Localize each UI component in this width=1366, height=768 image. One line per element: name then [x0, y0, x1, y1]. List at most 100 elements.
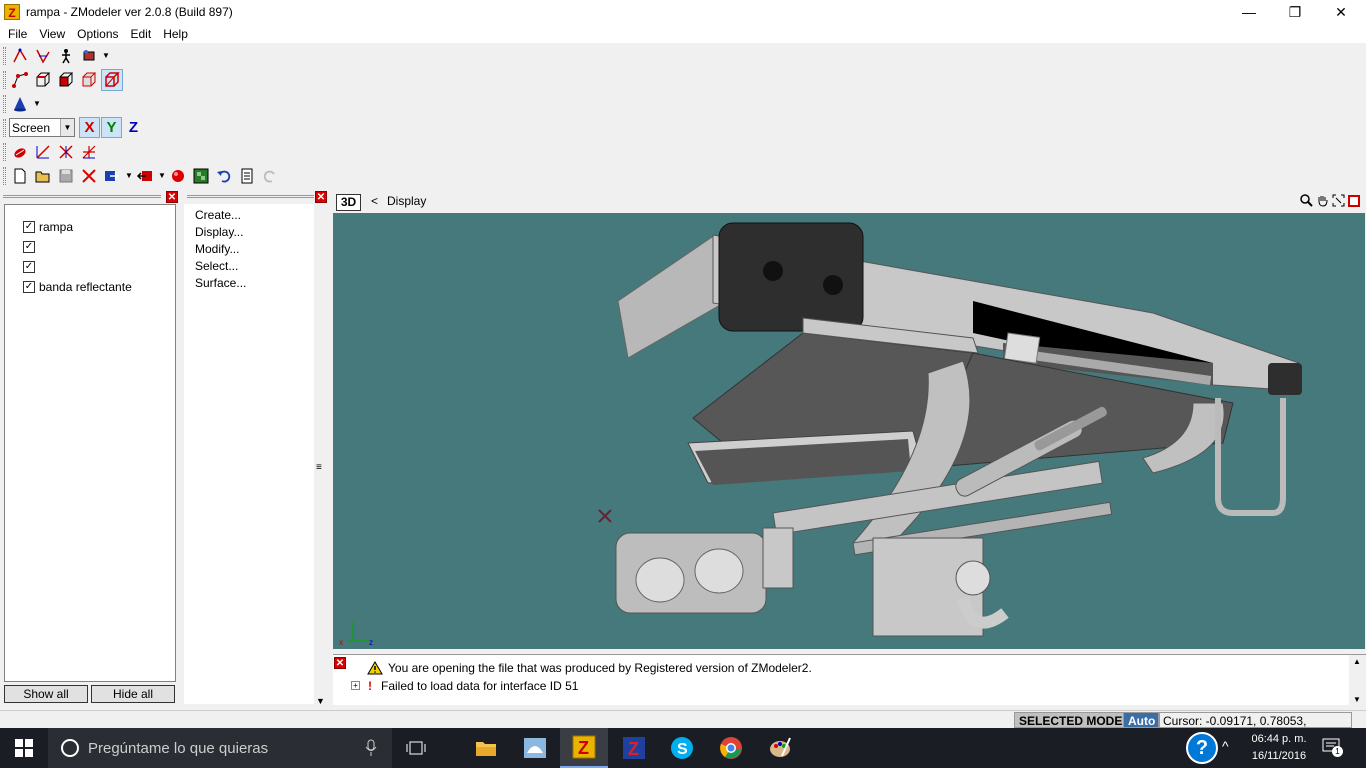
hide-all-button[interactable]: Hide all	[91, 685, 175, 703]
chrome-app[interactable]	[707, 728, 755, 768]
zmodeler-app[interactable]: Z	[560, 728, 608, 768]
undo-icon	[217, 170, 231, 182]
select-figure-button[interactable]	[55, 45, 77, 67]
app-launcher-app[interactable]	[511, 728, 559, 768]
command-panel-scrollbar[interactable]: ≡ ▼	[314, 204, 328, 706]
taskbar: Pregúntame lo que quieras Z Z S ? ^ 06:4…	[0, 728, 1366, 768]
object-visible-checkbox[interactable]: ✓	[23, 241, 35, 253]
task-view-icon	[406, 741, 426, 755]
axis-xy-button[interactable]	[32, 141, 54, 163]
pan-button[interactable]	[1314, 192, 1330, 209]
object-visible-checkbox[interactable]: ✓	[23, 221, 35, 233]
3d-viewport[interactable]: x z	[333, 213, 1365, 649]
object-row-unnamed-2[interactable]: ✓	[5, 257, 175, 277]
microphone-icon[interactable]	[365, 739, 377, 757]
view-mode-button[interactable]: 3D	[336, 194, 361, 211]
save-file-button[interactable]	[55, 165, 77, 187]
scroll-up-icon[interactable]: ▲	[1353, 657, 1361, 666]
axis-cross-button[interactable]	[55, 141, 77, 163]
select-vertex-button[interactable]	[9, 45, 31, 67]
history-button[interactable]	[236, 165, 258, 187]
auto-indicator[interactable]: Auto	[1123, 712, 1161, 728]
commands-panel-close-button[interactable]: ✕	[315, 191, 327, 203]
file-explorer-app[interactable]	[462, 728, 510, 768]
import-icon	[105, 170, 120, 181]
menu-view[interactable]: View	[33, 27, 71, 41]
axis-y-button[interactable]: Y	[101, 117, 122, 138]
task-view-button[interactable]	[392, 728, 440, 768]
chevron-down-icon[interactable]: ▼	[157, 165, 167, 187]
command-create[interactable]: Create...	[195, 208, 241, 222]
face-mode-button[interactable]	[55, 69, 77, 91]
maximize-button[interactable]: ❐	[1272, 0, 1318, 24]
minimize-button[interactable]: —	[1226, 0, 1272, 24]
cortana-search-box[interactable]: Pregúntame lo que quieras	[48, 728, 392, 768]
open-file-button[interactable]	[32, 165, 54, 187]
skype-app[interactable]: S	[658, 728, 706, 768]
export-button[interactable]	[134, 165, 156, 187]
menu-file[interactable]: File	[2, 27, 33, 41]
select-object-button[interactable]	[78, 45, 100, 67]
render-button[interactable]	[167, 165, 189, 187]
undo-button[interactable]	[213, 165, 235, 187]
delete-button[interactable]	[78, 165, 100, 187]
cone-tool-button[interactable]	[9, 93, 31, 115]
coordinate-space-select[interactable]: Screen ▼	[9, 118, 75, 137]
zmodeler3-app[interactable]: Z	[610, 728, 658, 768]
menu-options[interactable]: Options	[71, 27, 124, 41]
action-center-button[interactable]: 1	[1322, 738, 1344, 758]
start-button[interactable]	[0, 728, 48, 768]
toolbar-grip[interactable]	[3, 118, 6, 137]
new-file-button[interactable]	[9, 165, 31, 187]
object-visible-checkbox[interactable]: ✓	[23, 261, 35, 273]
chevron-down-icon[interactable]: ▼	[32, 93, 42, 115]
paint-app[interactable]	[756, 728, 804, 768]
edge-mode-button[interactable]	[32, 69, 54, 91]
expand-icon[interactable]: +	[351, 681, 360, 690]
menu-edit[interactable]: Edit	[125, 27, 158, 41]
scroll-down-icon[interactable]: ▼	[316, 696, 325, 706]
toolbar-grip[interactable]	[3, 166, 6, 185]
chevron-down-icon[interactable]: ▼	[124, 165, 134, 187]
axis-z-button[interactable]: Z	[123, 117, 144, 138]
chevron-up-icon[interactable]: ^	[1222, 738, 1229, 754]
toolbar-grip[interactable]	[3, 70, 6, 89]
close-button[interactable]: ✕	[1318, 0, 1364, 24]
command-surface[interactable]: Surface...	[195, 276, 246, 290]
object-visible-checkbox[interactable]: ✓	[23, 281, 35, 293]
move-tool-button[interactable]	[9, 141, 31, 163]
command-select[interactable]: Select...	[195, 259, 238, 273]
toolbar-grip[interactable]	[3, 94, 6, 113]
axis-all-button[interactable]	[78, 141, 100, 163]
system-clock[interactable]: 06:44 p. m. 16/11/2016	[1240, 731, 1318, 765]
toolbar-grip[interactable]	[3, 46, 6, 65]
vertex-mode-button[interactable]	[9, 69, 31, 91]
object-mode-button[interactable]	[78, 69, 100, 91]
select-edge-button[interactable]	[32, 45, 54, 67]
message-pane-scrollbar[interactable]: ▲ ▼	[1349, 655, 1366, 706]
view-back-button[interactable]: <	[371, 194, 378, 208]
zoom-button[interactable]	[1298, 192, 1314, 209]
command-display[interactable]: Display...	[195, 225, 243, 239]
import-button[interactable]	[101, 165, 123, 187]
command-modify[interactable]: Modify...	[195, 242, 239, 256]
show-all-button[interactable]: Show all	[4, 685, 88, 703]
axis-x-button[interactable]: X	[79, 117, 100, 138]
object-row-unnamed-1[interactable]: ✓	[5, 237, 175, 257]
redo-button[interactable]	[259, 165, 281, 187]
menu-help[interactable]: Help	[157, 27, 194, 41]
texture-button[interactable]	[190, 165, 212, 187]
help-icon[interactable]: ?	[1186, 732, 1218, 764]
zmodeler-icon: Z	[572, 735, 596, 759]
scroll-down-icon[interactable]: ▼	[1353, 695, 1361, 704]
figure-select-icon	[62, 48, 70, 63]
all-mode-button[interactable]	[101, 68, 123, 91]
viewport-close-button[interactable]	[1346, 192, 1362, 209]
chevron-down-icon[interactable]: ▼	[101, 45, 111, 67]
objects-panel-close-button[interactable]: ✕	[166, 191, 178, 203]
object-row-rampa[interactable]: ✓ rampa	[5, 217, 175, 237]
object-row-banda-reflectante[interactable]: ✓ banda reflectante	[5, 277, 175, 297]
fit-view-button[interactable]	[1330, 192, 1346, 209]
message-pane-close-button[interactable]: ✕	[334, 657, 346, 669]
toolbar-grip[interactable]	[3, 142, 6, 161]
